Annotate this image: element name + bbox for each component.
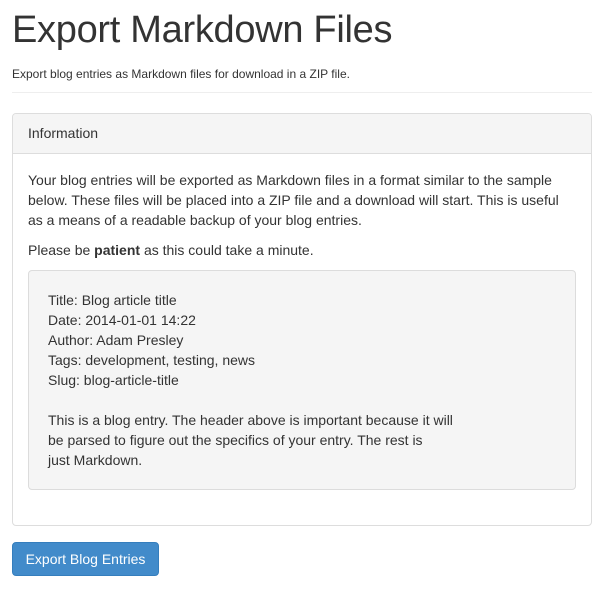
intro-text: Your blog entries will be exported as Ma… (28, 172, 559, 228)
sample-date-line: Date: 2014-01-01 14:22 (48, 312, 196, 328)
patience-note: Please be patient as this could take a m… (28, 240, 576, 260)
page-subtitle: Export blog entries as Markdown files fo… (12, 67, 350, 81)
sample-body-line: be parsed to figure out the specifics of… (48, 432, 423, 448)
patience-note-emphasis: patient (94, 242, 141, 258)
sample-title-line: Title: Blog article title (48, 292, 177, 308)
page-title: Export Markdown Files (12, 9, 393, 51)
page-container: Export Markdown Files Export blog entrie… (12, 0, 592, 576)
markdown-sample: Title: Blog article title Date: 2014-01-… (28, 270, 576, 490)
sample-blank-line (48, 390, 556, 410)
patience-note-prefix: Please be (28, 242, 95, 258)
panel-heading: Information (13, 114, 591, 154)
export-blog-entries-button[interactable]: Export Blog Entries (12, 542, 159, 576)
information-panel: Information Your blog entries will be ex… (12, 113, 592, 526)
panel-body: Your blog entries will be exported as Ma… (13, 154, 591, 525)
sample-body-line: This is a blog entry. The header above i… (48, 412, 453, 428)
sample-slug-line: Slug: blog-article-title (48, 372, 179, 388)
patience-note-suffix: as this could take a minute. (140, 242, 314, 258)
sample-body-line: just Markdown. (48, 452, 143, 468)
sample-tags-line: Tags: development, testing, news (48, 352, 256, 368)
sample-author-line: Author: Adam Presley (48, 332, 184, 348)
header-divider (12, 92, 592, 93)
